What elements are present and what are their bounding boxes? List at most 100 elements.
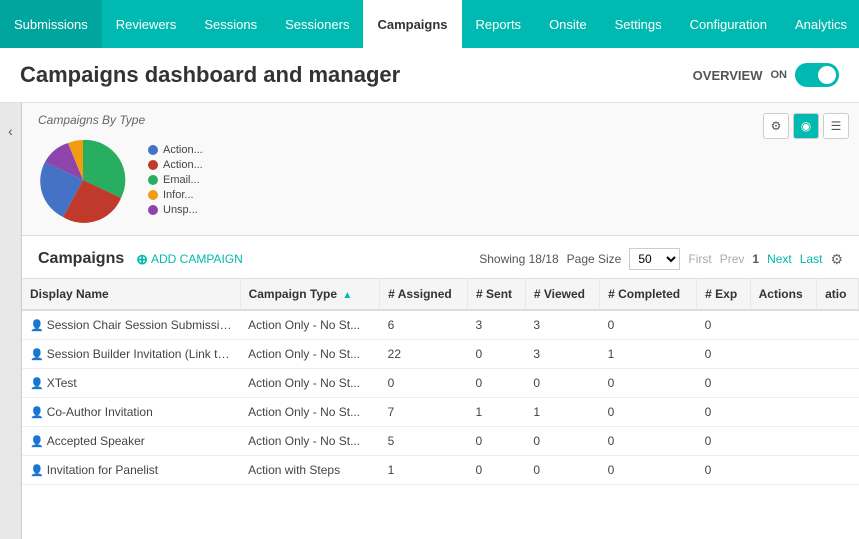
row-0-completed: 0 bbox=[600, 310, 697, 340]
legend-label-2: Email... bbox=[163, 174, 200, 186]
current-page: 1 bbox=[752, 252, 759, 266]
row-3-assigned: 7 bbox=[380, 398, 468, 427]
row-5-exp: 0 bbox=[697, 456, 750, 485]
row-4-viewed: 0 bbox=[525, 427, 599, 456]
legend-label-3: Infor... bbox=[163, 189, 194, 201]
nav-reviewers[interactable]: Reviewers bbox=[102, 0, 191, 48]
chart-legend: Action... Action... Email... Infor. bbox=[148, 144, 203, 216]
nav-analytics[interactable]: Analytics bbox=[781, 0, 859, 48]
sort-arrow-icon: ▲ bbox=[342, 290, 352, 301]
table-row: 👤Accepted Speaker Action Only - No St...… bbox=[22, 427, 859, 456]
legend-label-4: Unsp... bbox=[163, 204, 198, 216]
table-row: 👤Invitation for Panelist Action with Ste… bbox=[22, 456, 859, 485]
col-completed[interactable]: # Completed bbox=[600, 279, 697, 310]
row-2-atio bbox=[817, 369, 859, 398]
col-actions[interactable]: Actions bbox=[750, 279, 817, 310]
overview-state: ON bbox=[771, 69, 788, 81]
table-row: 👤Session Builder Invitation (Link to Por… bbox=[22, 340, 859, 369]
page-size-label: Page Size bbox=[567, 252, 622, 266]
row-5-viewed: 0 bbox=[525, 456, 599, 485]
nav-sessioners[interactable]: Sessioners bbox=[271, 0, 363, 48]
row-2-actions bbox=[750, 369, 817, 398]
row-4-exp: 0 bbox=[697, 427, 750, 456]
overview-toggle-switch[interactable] bbox=[795, 63, 839, 87]
campaigns-title-row: Campaigns ⊕ ADD CAMPAIGN bbox=[38, 250, 243, 268]
last-page-button[interactable]: Last bbox=[800, 252, 823, 266]
legend-dot-3 bbox=[148, 190, 158, 200]
campaigns-title: Campaigns bbox=[38, 250, 124, 268]
row-0-sent: 3 bbox=[468, 310, 526, 340]
top-navigation: Submissions Reviewers Sessions Sessioner… bbox=[0, 0, 859, 48]
showing-label: Showing 18/18 bbox=[479, 252, 558, 266]
col-viewed-label: # Viewed bbox=[534, 287, 585, 301]
col-viewed[interactable]: # Viewed bbox=[525, 279, 599, 310]
table-row: 👤Co-Author Invitation Action Only - No S… bbox=[22, 398, 859, 427]
col-actions-label: Actions bbox=[759, 287, 803, 301]
nav-onsite[interactable]: Onsite bbox=[535, 0, 601, 48]
legend-item-3: Infor... bbox=[148, 189, 203, 201]
col-atio[interactable]: atio bbox=[817, 279, 859, 310]
row-0-name: 👤Session Chair Session Submission Editin… bbox=[22, 310, 240, 340]
chart-panel: Campaigns By Type bbox=[22, 103, 859, 236]
main-layout: ‹ Campaigns By Type bbox=[0, 103, 859, 539]
col-exp-label: # Exp bbox=[705, 287, 737, 301]
nav-sessions[interactable]: Sessions bbox=[190, 0, 271, 48]
content-area: Campaigns By Type bbox=[22, 103, 859, 539]
legend-label-1: Action... bbox=[163, 159, 203, 171]
legend-dot-0 bbox=[148, 145, 158, 155]
first-page-button[interactable]: First bbox=[688, 252, 711, 266]
row-1-viewed: 3 bbox=[525, 340, 599, 369]
row-3-exp: 0 bbox=[697, 398, 750, 427]
add-campaign-button[interactable]: ⊕ ADD CAMPAIGN bbox=[136, 251, 243, 268]
table-row: 👤XTest Action Only - No St... 0 0 0 0 0 bbox=[22, 369, 859, 398]
chart-container: Action... Action... Email... Infor. bbox=[38, 135, 203, 225]
campaigns-table-body: 👤Session Chair Session Submission Editin… bbox=[22, 310, 859, 485]
sidebar-collapse[interactable]: ‹ bbox=[0, 103, 22, 539]
row-3-atio bbox=[817, 398, 859, 427]
page-title: Campaigns dashboard and manager bbox=[20, 62, 400, 88]
row-3-sent: 1 bbox=[468, 398, 526, 427]
col-assigned-label: # Assigned bbox=[388, 287, 452, 301]
campaigns-section: Campaigns ⊕ ADD CAMPAIGN Showing 18/18 P… bbox=[22, 236, 859, 539]
row-0-atio bbox=[817, 310, 859, 340]
row-1-assigned: 22 bbox=[380, 340, 468, 369]
col-display-name[interactable]: Display Name bbox=[22, 279, 240, 310]
row-1-name: 👤Session Builder Invitation (Link to Por… bbox=[22, 340, 240, 369]
col-assigned[interactable]: # Assigned bbox=[380, 279, 468, 310]
pie-chart bbox=[38, 135, 128, 225]
nav-configuration[interactable]: Configuration bbox=[676, 0, 781, 48]
row-5-actions bbox=[750, 456, 817, 485]
legend-label-0: Action... bbox=[163, 144, 203, 156]
table-settings-icon[interactable]: ⚙ bbox=[830, 251, 843, 268]
col-sent[interactable]: # Sent bbox=[468, 279, 526, 310]
row-3-actions bbox=[750, 398, 817, 427]
chart-settings-button[interactable]: ⚙ bbox=[763, 113, 789, 139]
pagination-area: Showing 18/18 Page Size 50 25 100 First … bbox=[479, 248, 843, 270]
col-exp[interactable]: # Exp bbox=[697, 279, 750, 310]
table-row: 👤Session Chair Session Submission Editin… bbox=[22, 310, 859, 340]
legend-dot-2 bbox=[148, 175, 158, 185]
page-size-select[interactable]: 50 25 100 bbox=[629, 248, 680, 270]
chart-pie-button[interactable]: ◉ bbox=[793, 113, 819, 139]
prev-page-button[interactable]: Prev bbox=[720, 252, 745, 266]
nav-reports[interactable]: Reports bbox=[462, 0, 536, 48]
row-1-type: Action Only - No St... bbox=[240, 340, 380, 369]
legend-item-4: Unsp... bbox=[148, 204, 203, 216]
row-5-assigned: 1 bbox=[380, 456, 468, 485]
col-campaign-type[interactable]: Campaign Type ▲ bbox=[240, 279, 380, 310]
nav-settings[interactable]: Settings bbox=[601, 0, 676, 48]
campaigns-table: Display Name Campaign Type ▲ # Assigned … bbox=[22, 279, 859, 485]
legend-dot-4 bbox=[148, 205, 158, 215]
row-1-actions bbox=[750, 340, 817, 369]
chart-list-button[interactable]: ☰ bbox=[823, 113, 849, 139]
nav-campaigns[interactable]: Campaigns bbox=[363, 0, 461, 48]
row-2-assigned: 0 bbox=[380, 369, 468, 398]
campaigns-table-wrapper: Display Name Campaign Type ▲ # Assigned … bbox=[22, 278, 859, 539]
legend-item-0: Action... bbox=[148, 144, 203, 156]
table-header-row: Display Name Campaign Type ▲ # Assigned … bbox=[22, 279, 859, 310]
row-2-sent: 0 bbox=[468, 369, 526, 398]
row-3-completed: 0 bbox=[600, 398, 697, 427]
chart-toolbar: ⚙ ◉ ☰ bbox=[763, 113, 849, 139]
nav-submissions[interactable]: Submissions bbox=[0, 0, 102, 48]
next-page-button[interactable]: Next bbox=[767, 252, 792, 266]
